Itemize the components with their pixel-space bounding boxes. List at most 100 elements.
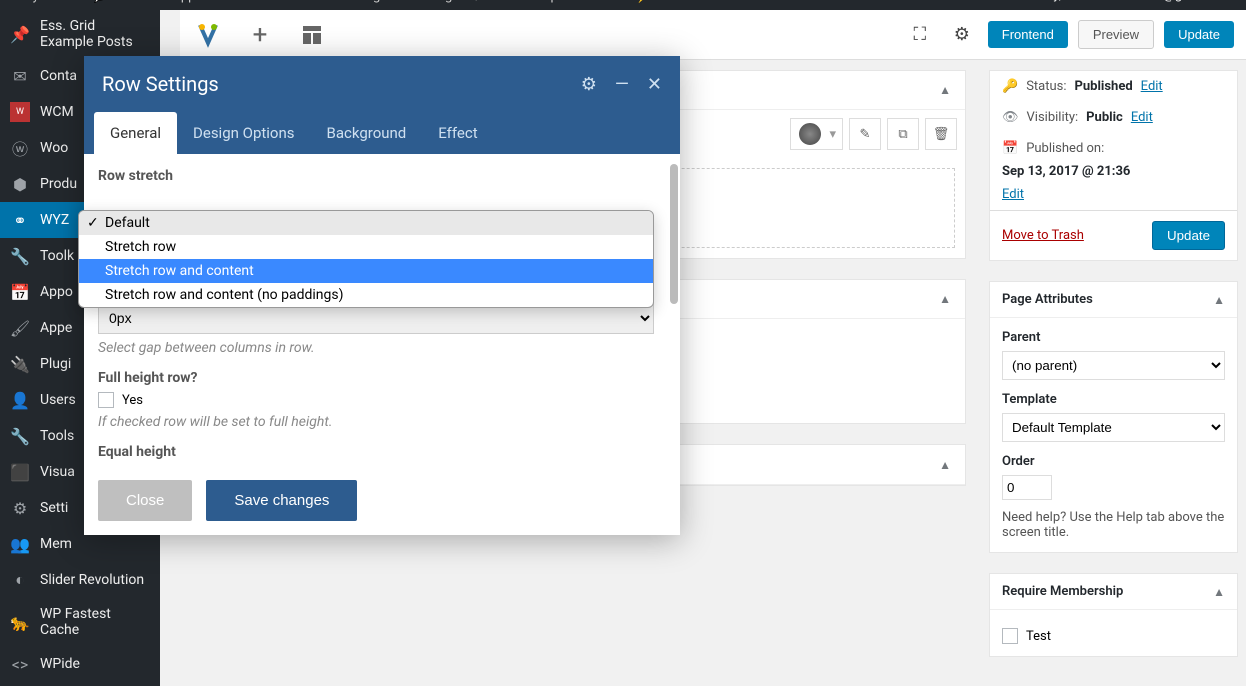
eye-icon: 👁 (1002, 110, 1019, 125)
clone-row-icon[interactable]: ⧉ (887, 118, 919, 150)
pin-icon: 📌 (10, 24, 30, 44)
tab-effect[interactable]: Effect (422, 112, 493, 154)
admin-caching[interactable]: Caching (405, 0, 452, 4)
visibility-edit-link[interactable]: Edit (1131, 110, 1153, 125)
dropdown-option-stretch-content[interactable]: Stretch row and content (79, 259, 653, 283)
users-icon: 👤 (10, 390, 30, 410)
template-label: Template (1002, 392, 1225, 407)
fullscreen-icon[interactable]: ⛶ (904, 19, 936, 51)
collapse-icon[interactable]: ▲ (939, 83, 951, 97)
close-button[interactable]: Close (98, 480, 192, 521)
full-height-yes: Yes (122, 393, 143, 408)
dropdown-option-stretch-no-padding[interactable]: Stretch row and content (no paddings) (79, 283, 653, 307)
full-height-help: If checked row will be set to full heigh… (98, 414, 654, 430)
meta-sidebar: 🔑Status: Published Edit 👁Visibility: Pub… (981, 70, 1246, 677)
frontend-button[interactable]: Frontend (988, 21, 1068, 48)
admin-memberships[interactable]: ⚙ Memberships (470, 0, 564, 4)
preview-button[interactable]: Preview (1078, 20, 1154, 49)
collapse-icon[interactable]: ▲ (1213, 585, 1225, 599)
plugin-icon: 🔌 (10, 354, 30, 374)
calendar-icon: 📅 (1002, 141, 1018, 156)
admin-comments[interactable]: 💬 4 (92, 0, 119, 4)
admin-new[interactable]: + New (272, 0, 309, 4)
sidebar-wpide[interactable]: <>WPide (0, 646, 160, 682)
admin-bar: ⌂ Wyzi test 💬 4 + 5 Appointments + New V… (0, 0, 1246, 10)
collapse-icon[interactable]: ▲ (939, 458, 951, 472)
modal-body: Row stretch Columns gap 0px Select gap b… (84, 154, 680, 466)
membership-header[interactable]: Require Membership▲ (990, 574, 1237, 610)
visual-icon: ⬛ (10, 462, 30, 482)
chevron-down-icon[interactable]: ▾ (829, 127, 836, 142)
row-stretch-label: Row stretch (98, 168, 654, 184)
published-edit-link[interactable]: Edit (1002, 187, 1024, 202)
equal-height-label: Equal height (98, 444, 654, 460)
save-changes-button[interactable]: Save changes (206, 480, 357, 521)
row-stretch-dropdown[interactable]: ✓Default Stretch row Stretch row and con… (78, 210, 654, 308)
admin-wpfc[interactable]: ⚡ WPFC (635, 0, 690, 4)
products-icon: ⬢ (10, 174, 30, 194)
collapse-icon[interactable]: ▲ (939, 292, 951, 306)
members-icon: 👥 (10, 534, 30, 554)
dropdown-option-default[interactable]: ✓Default (79, 211, 653, 235)
tools-icon: 🔧 (10, 246, 30, 266)
modal-gear-icon[interactable]: ⚙ (581, 74, 597, 95)
delete-row-icon[interactable]: 🗑 (925, 118, 957, 150)
add-element-icon[interactable]: + (244, 19, 276, 51)
sidebar-slider[interactable]: ◐Slider Revolution (0, 562, 160, 598)
collapse-icon[interactable]: ▲ (1213, 293, 1225, 307)
admin-view-page[interactable]: View Page (326, 0, 387, 4)
template-select[interactable]: Default Template (1002, 413, 1225, 442)
admin-errors[interactable]: Errors (583, 0, 618, 4)
slider-icon: ◐ (10, 570, 30, 590)
parent-select[interactable]: (no parent) (1002, 351, 1225, 380)
move-to-trash-link[interactable]: Move to Trash (1002, 228, 1084, 243)
tab-design-options[interactable]: Design Options (177, 112, 311, 154)
gear-icon[interactable]: ⚙ (946, 19, 978, 51)
test-checkbox[interactable] (1002, 628, 1018, 644)
admin-appointments[interactable]: Appointments (172, 0, 254, 4)
modal-header: Row Settings ⚙ — ✕ (84, 56, 680, 112)
page-attributes-header[interactable]: Page Attributes▲ (990, 282, 1237, 318)
admin-site-name[interactable]: ⌂ Wyzi test (10, 0, 74, 4)
edit-row-icon[interactable]: ✎ (849, 118, 881, 150)
admin-howdy[interactable]: Howdy, e.ibrahim.ammar@gmail.com (1020, 0, 1236, 3)
tab-background[interactable]: Background (311, 112, 423, 154)
status-edit-link[interactable]: Edit (1141, 79, 1163, 94)
modal-title: Row Settings (102, 72, 219, 96)
sidebar-wpfc[interactable]: 🐆WP Fastest Cache (0, 598, 160, 646)
test-label: Test (1026, 629, 1051, 644)
admin-updates[interactable]: + 5 (136, 0, 154, 4)
wrench-icon: 🔧 (10, 426, 30, 446)
wcm-icon: W (10, 102, 30, 122)
columns-gap-help: Select gap between columns in row. (98, 340, 654, 356)
modal-footer: Close Save changes (84, 466, 680, 535)
dropdown-option-stretch-row[interactable]: Stretch row (79, 235, 653, 259)
update-top-button[interactable]: Update (1164, 21, 1234, 48)
tab-general[interactable]: General (94, 112, 177, 154)
templates-icon[interactable] (296, 19, 328, 51)
order-input[interactable] (1002, 475, 1052, 500)
modal-tabs: General Design Options Background Effect (84, 112, 680, 154)
modal-close-icon[interactable]: ✕ (647, 74, 662, 95)
publish-panel: 🔑Status: Published Edit 👁Visibility: Pub… (989, 70, 1238, 261)
brush-icon: 🖌 (10, 318, 30, 338)
calendar-icon: 📅 (10, 282, 30, 302)
key-icon: 🔑 (1002, 79, 1018, 94)
sidebar-ess-grid[interactable]: 📌Ess. Grid Example Posts (0, 10, 160, 58)
order-label: Order (1002, 454, 1225, 469)
page-attributes-panel: Page Attributes▲ Parent (no parent) Temp… (989, 281, 1238, 553)
mail-icon: ✉ (10, 66, 30, 86)
parent-label: Parent (1002, 330, 1225, 345)
avatar-icon (797, 121, 823, 147)
update-button[interactable]: Update (1152, 221, 1225, 250)
code-icon: <> (10, 654, 30, 674)
vc-logo-icon[interactable] (192, 19, 224, 51)
cheetah-icon: 🐆 (10, 612, 30, 632)
modal-minimize-icon[interactable]: — (615, 74, 629, 95)
modal-scrollbar[interactable] (670, 164, 678, 304)
full-height-checkbox[interactable] (98, 392, 114, 408)
help-text: Need help? Use the Help tab above the sc… (1002, 510, 1225, 540)
full-height-label: Full height row? (98, 370, 654, 386)
editor-toolbar: + ⛶ ⚙ Frontend Preview Update (180, 10, 1246, 60)
woo-icon: ⓦ (10, 138, 30, 158)
